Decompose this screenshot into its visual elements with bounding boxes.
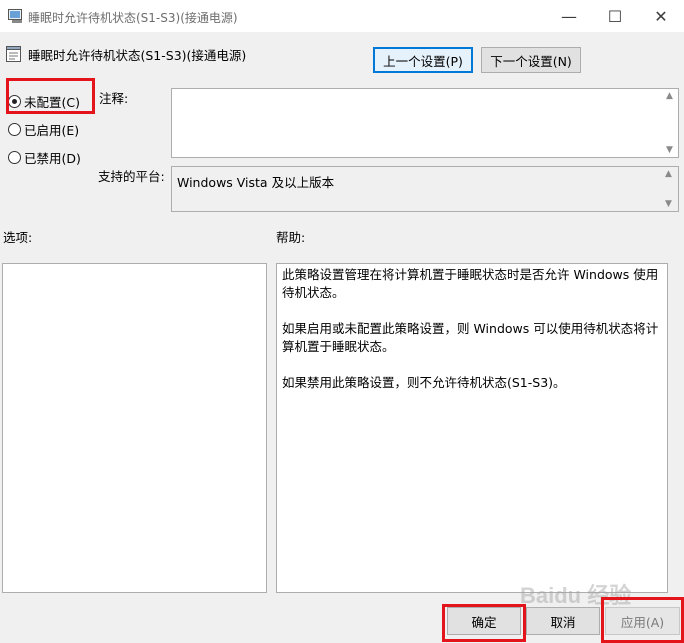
window-title: 睡眠时允许待机状态(S1-S3)(接通电源) bbox=[28, 11, 238, 25]
scroll-up-icon[interactable]: ▲ bbox=[665, 169, 672, 179]
help-paragraph: 如果禁用此策略设置，则不允许待机状态(S1-S3)。 bbox=[282, 375, 566, 390]
platform-field: Windows Vista 及以上版本 ▲ ▼ bbox=[171, 166, 679, 212]
radio-label: 已禁用(D) bbox=[24, 151, 81, 166]
next-setting-button[interactable]: 下一个设置(N) bbox=[481, 47, 581, 73]
help-panel: 此策略设置管理在将计算机置于睡眠状态时是否允许 Windows 使用待机状态。 … bbox=[276, 263, 668, 593]
radio-label: 已启用(E) bbox=[24, 123, 80, 138]
comment-scrollbar[interactable]: ▲ ▼ bbox=[663, 89, 679, 157]
radio-disabled[interactable]: 已禁用(D) bbox=[8, 148, 81, 167]
radio-enabled[interactable]: 已启用(E) bbox=[8, 120, 79, 139]
scroll-up-icon[interactable]: ▲ bbox=[666, 91, 673, 101]
comment-textarea[interactable] bbox=[171, 88, 679, 158]
platform-scrollbar[interactable]: ▲ ▼ bbox=[662, 167, 678, 211]
policy-setting-icon bbox=[6, 46, 21, 62]
platform-value: Windows Vista 及以上版本 bbox=[177, 175, 335, 190]
close-button[interactable]: ✕ bbox=[638, 0, 684, 32]
scroll-down-icon[interactable]: ▼ bbox=[665, 199, 672, 209]
policy-title: 睡眠时允许待机状态(S1-S3)(接通电源) bbox=[28, 48, 247, 63]
radio-button[interactable] bbox=[8, 151, 21, 164]
options-label: 选项: bbox=[3, 230, 33, 245]
minimize-button[interactable]: — bbox=[546, 0, 592, 32]
cancel-button[interactable]: 取消 bbox=[526, 607, 600, 635]
highlight-box-ok bbox=[442, 604, 526, 642]
help-paragraph: 此策略设置管理在将计算机置于睡眠状态时是否允许 Windows 使用待机状态。 bbox=[282, 267, 659, 300]
help-label: 帮助: bbox=[276, 230, 306, 245]
radio-button[interactable] bbox=[8, 123, 21, 136]
scroll-down-icon[interactable]: ▼ bbox=[666, 145, 673, 155]
help-paragraph: 如果启用或未配置此策略设置，则 Windows 可以使用待机状态将计算机置于睡眠… bbox=[282, 321, 659, 354]
platform-label: 支持的平台: bbox=[98, 169, 165, 184]
policy-app-icon bbox=[8, 9, 22, 23]
highlight-box-not-configured bbox=[6, 78, 95, 114]
highlight-box-apply bbox=[601, 597, 684, 643]
previous-setting-button[interactable]: 上一个设置(P) bbox=[373, 47, 473, 73]
maximize-button[interactable]: ☐ bbox=[592, 0, 638, 32]
comment-label: 注释: bbox=[99, 91, 129, 106]
options-panel bbox=[2, 263, 267, 593]
